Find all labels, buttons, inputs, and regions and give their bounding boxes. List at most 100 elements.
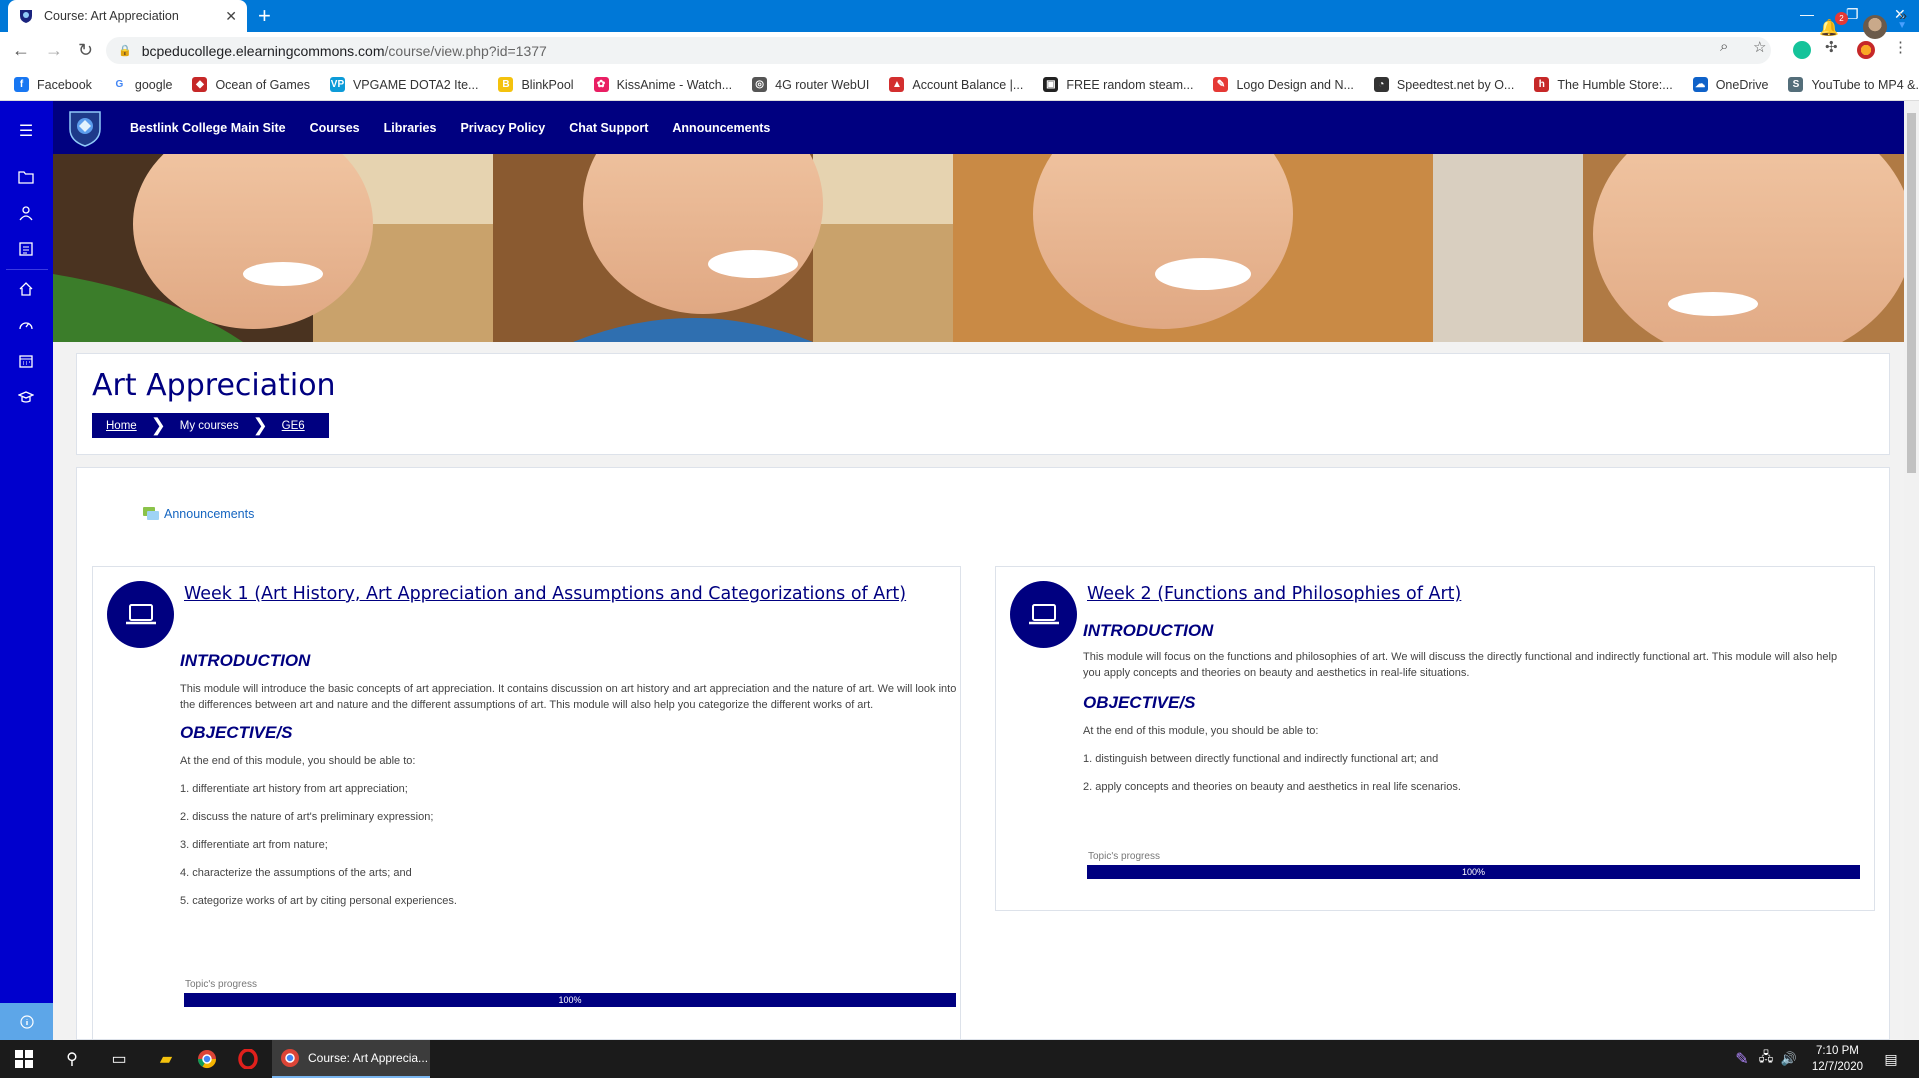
bookmark-item[interactable]: B BlinkPool — [498, 77, 574, 92]
week-1-card: Week 1 (Art History, Art Appreciation an… — [92, 566, 961, 1039]
zoom-icon[interactable]: ⌕ — [1720, 38, 1728, 55]
user-avatar[interactable] — [1863, 15, 1887, 39]
bookmark-item[interactable]: ▲ Account Balance |... — [889, 77, 1023, 92]
hamburger-menu-icon[interactable]: ☰ — [16, 121, 36, 141]
graduation-cap-icon[interactable] — [16, 387, 36, 407]
nav-link[interactable]: Libraries — [384, 121, 437, 135]
bookmark-label: YouTube to MP4 &... — [1811, 77, 1919, 92]
file-explorer-icon[interactable]: ▰ — [155, 1048, 177, 1070]
system-clock[interactable]: 7:10 PM 12/7/2020 — [1812, 1043, 1863, 1075]
task-view-icon[interactable]: ▭ — [108, 1048, 130, 1070]
week-1-objective-3: 3. differentiate art from nature; — [180, 839, 328, 851]
nav-link[interactable]: Announcements — [672, 121, 770, 135]
grammarly-icon[interactable] — [1793, 41, 1811, 59]
opera-icon[interactable] — [237, 1048, 259, 1070]
calendar-icon[interactable] — [16, 351, 36, 371]
windows-start-icon[interactable] — [13, 1048, 35, 1070]
week-1-objectives-heading: OBJECTIVE/S — [180, 723, 293, 742]
participants-icon[interactable] — [16, 203, 36, 223]
drawer-footer[interactable] — [0, 1003, 53, 1040]
breadcrumb-my-courses[interactable]: My courses — [166, 420, 253, 432]
clock-time: 7:10 PM — [1816, 1045, 1859, 1057]
course-header: Art Appreciation Home ❯ My courses ❯ GE6 — [76, 353, 1890, 455]
bookmark-item[interactable]: ◔ Speedtest.net by O... — [1373, 77, 1514, 92]
week-2-title-link[interactable]: Week 2 (Functions and Philosophies of Ar… — [1087, 584, 1461, 604]
url-host: bcpeducollege.elearningcommons.com — [141, 42, 385, 59]
facebook-icon: f — [14, 77, 29, 92]
grades-book-icon[interactable] — [16, 239, 36, 259]
logo-design-icon: ✎ — [1213, 77, 1229, 92]
page-scrollbar[interactable] — [1904, 101, 1919, 1040]
bookmark-item[interactable]: f Facebook — [14, 77, 92, 92]
bookmark-item[interactable]: ✎ Logo Design and N... — [1213, 77, 1354, 92]
forward-icon[interactable]: → — [45, 40, 63, 61]
college-logo-icon[interactable] — [67, 109, 103, 147]
nav-link[interactable]: Chat Support — [569, 121, 648, 135]
bookmark-label: Ocean of Games — [215, 77, 310, 92]
nav-link[interactable]: Privacy Policy — [460, 121, 545, 135]
vpgame-icon: VP — [329, 77, 345, 92]
taskbar-window-title: Course: Art Apprecia... — [308, 1051, 429, 1065]
dashboard-gauge-icon[interactable] — [16, 315, 36, 335]
extensions-icon[interactable]: ✣ — [1825, 38, 1838, 56]
action-center-icon[interactable]: ▤ — [1880, 1048, 1902, 1070]
browser-tab[interactable]: Course: Art Appreciation ✕ — [8, 0, 247, 32]
pen-icon[interactable]: ✎ — [1731, 1048, 1753, 1070]
bookmark-label: Facebook — [37, 77, 92, 92]
bookmark-item[interactable]: ☁ OneDrive — [1692, 77, 1768, 92]
network-icon[interactable]: 🖧 — [1755, 1048, 1777, 1070]
bookmark-star-icon[interactable]: ☆ — [1753, 38, 1766, 56]
breadcrumb-home[interactable]: Home — [92, 420, 151, 432]
bookmark-item[interactable]: ✿ KissAnime - Watch... — [593, 77, 733, 92]
week-1-title-link[interactable]: Week 1 (Art History, Art Appreciation an… — [184, 584, 906, 604]
speedtest-icon: ◔ — [1373, 77, 1389, 92]
page-title: Art Appreciation — [92, 368, 336, 403]
minimize-icon[interactable]: — — [1800, 6, 1814, 22]
left-drawer: ☰ — [0, 101, 53, 1040]
week-1-objective-5: 5. categorize works of art by citing per… — [180, 895, 457, 907]
notification-count-badge: 2 — [1835, 12, 1848, 25]
bookmark-item[interactable]: ▣ FREE random steam... — [1043, 77, 1193, 92]
nav-link[interactable]: Bestlink College Main Site — [130, 121, 286, 135]
week-2-objectives-heading: OBJECTIVE/S — [1083, 693, 1196, 712]
humble-icon: h — [1534, 77, 1550, 92]
bookmark-label: KissAnime - Watch... — [616, 77, 733, 92]
week-2-objectives-lead: At the end of this module, you should be… — [1083, 725, 1319, 737]
breadcrumb-separator-icon: ❯ — [252, 415, 268, 435]
windows-taskbar: ⚲ ▭ ▰ Course: Art Apprecia... ✎ 🖧 🔊 7:10… — [0, 1040, 1919, 1078]
user-menu-caret-icon[interactable]: ▼ — [1897, 20, 1907, 31]
home-icon[interactable] — [16, 279, 36, 299]
bookmark-item[interactable]: h The Humble Store:... — [1534, 77, 1673, 92]
tab-close-icon[interactable]: ✕ — [225, 8, 237, 25]
chrome-taskbar-icon[interactable] — [196, 1048, 218, 1070]
profile-icon[interactable] — [1857, 41, 1875, 59]
folder-icon[interactable] — [16, 167, 36, 187]
course-hero-image — [53, 154, 1904, 342]
bookmark-item[interactable]: VP VPGAME DOTA2 Ite... — [329, 77, 478, 92]
back-icon[interactable]: ← — [12, 40, 30, 61]
taskbar-active-window[interactable]: Course: Art Apprecia... — [272, 1040, 430, 1078]
nav-link[interactable]: Courses — [310, 121, 360, 135]
chrome-menu-icon[interactable]: ⋮ — [1893, 38, 1908, 56]
bookmark-item[interactable]: ◎ 4G router WebUI — [752, 77, 869, 92]
bookmark-item[interactable]: Ggoogle — [111, 77, 172, 92]
breadcrumb-course[interactable]: GE6 — [268, 420, 319, 432]
search-icon[interactable]: ⚲ — [61, 1048, 83, 1070]
volume-icon[interactable]: 🔊 — [1778, 1048, 1800, 1070]
breadcrumb: Home ❯ My courses ❯ GE6 — [92, 413, 329, 438]
blinkpool-icon: B — [498, 77, 514, 92]
scrollbar-thumb[interactable] — [1907, 113, 1916, 473]
new-tab-button[interactable]: + — [258, 4, 271, 28]
announcements-link[interactable]: Announcements — [142, 506, 254, 522]
reload-icon[interactable]: ↻ — [78, 40, 93, 61]
url-bar[interactable]: 🔒 bcpeducollege.elearningcommons.com /co… — [106, 37, 1771, 64]
week-1-objective-4: 4. characterize the assumptions of the a… — [180, 867, 412, 879]
site-navbar: Bestlink College Main Site Courses Librari… — [53, 101, 1904, 154]
week-2-card: Week 2 (Functions and Philosophies of Ar… — [995, 566, 1875, 911]
restore-icon[interactable]: ❐ — [1846, 6, 1859, 23]
kissanime-icon: ✿ — [593, 77, 609, 92]
announcements-label: Announcements — [164, 507, 255, 521]
bookmark-label: Logo Design and N... — [1236, 77, 1354, 92]
bookmark-item[interactable]: S YouTube to MP4 &... — [1788, 77, 1919, 92]
bookmark-item[interactable]: ◆ Ocean of Games — [192, 77, 310, 92]
